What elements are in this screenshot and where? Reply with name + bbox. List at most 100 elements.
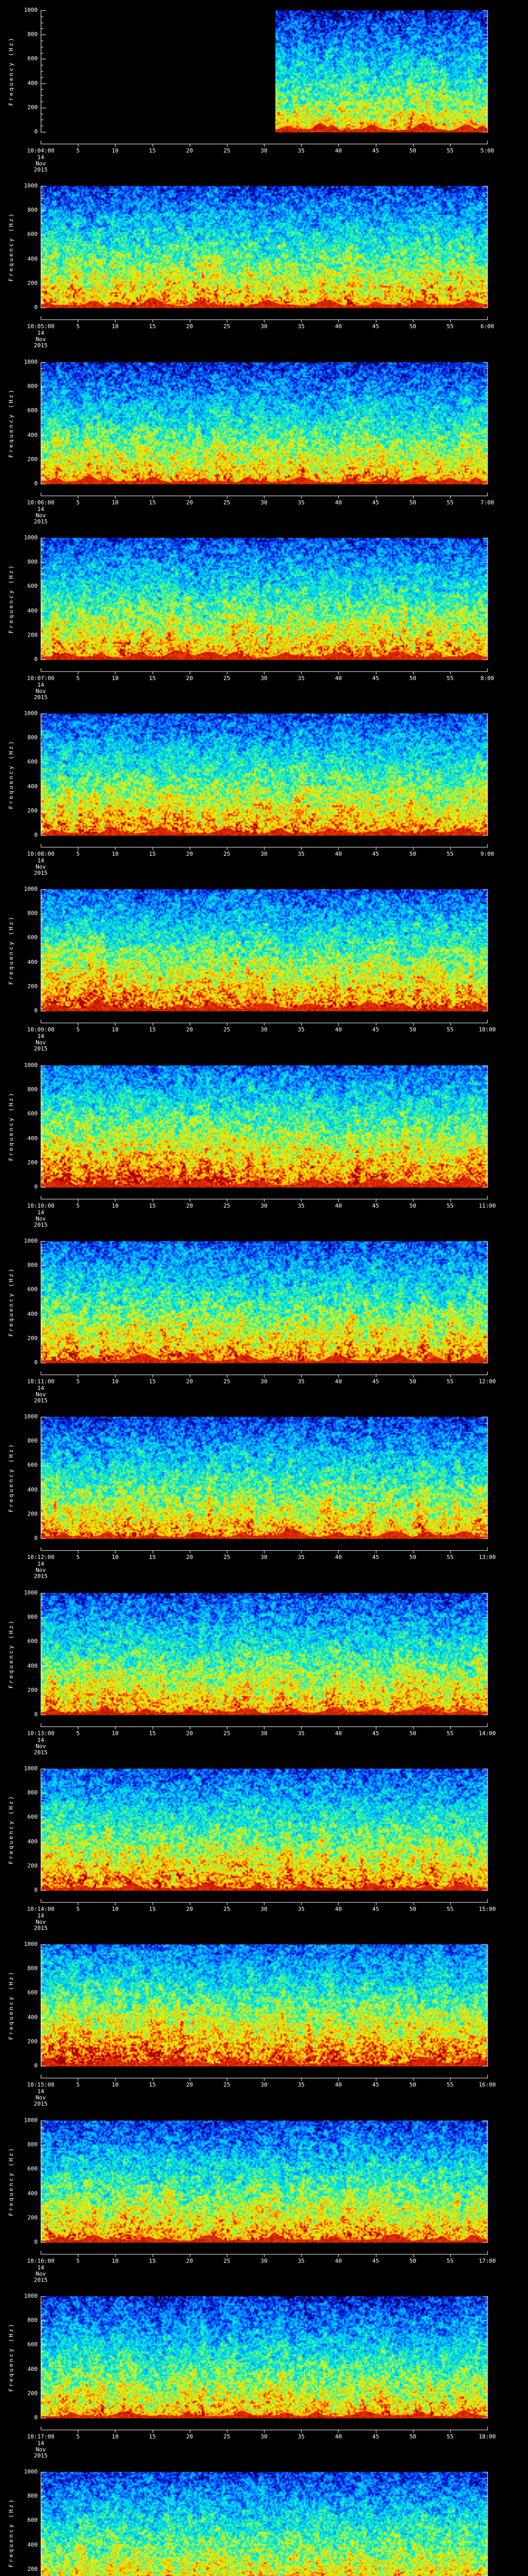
y-tick-label: 0 <box>34 1887 38 1893</box>
x-start-label: 10:06:00 <box>27 499 55 506</box>
x-tick-label: 5 <box>76 1378 80 1385</box>
x-end-label: 15:00 <box>478 1906 496 1912</box>
x-tick-label: 35 <box>298 1730 305 1737</box>
x-tick-label: 35 <box>298 147 305 154</box>
x-tick-label: 5 <box>76 499 80 506</box>
x-tick-label: 10 <box>111 2433 119 2440</box>
x-tick-label: 35 <box>298 1378 305 1385</box>
y-tick-label: 400 <box>27 607 38 614</box>
y-tick-label: 800 <box>27 558 38 566</box>
x-tick-label: 45 <box>372 1026 380 1033</box>
x-tick-label: 45 <box>372 851 380 857</box>
x-tick-label: 30 <box>260 1730 268 1737</box>
x-tick-label: 45 <box>372 1378 380 1385</box>
x-tick-label: 5 <box>76 2081 80 2088</box>
y-tick-label: 400 <box>27 79 38 87</box>
x-tick-label: 50 <box>409 323 417 330</box>
y-tick-label: 800 <box>27 1086 38 1093</box>
y-tick-label: 200 <box>27 1334 38 1342</box>
x-tick-label: 45 <box>372 1906 380 1912</box>
y-tick-label: 200 <box>27 1159 38 1166</box>
x-tick-label: 55 <box>447 1906 454 1912</box>
x-tick-label: 10 <box>111 1730 119 1737</box>
y-tick-label: 200 <box>27 1510 38 1517</box>
y-tick-label: 400 <box>27 1486 38 1493</box>
y-tick-label: 200 <box>27 1686 38 1693</box>
x-tick-label: 45 <box>372 1202 380 1209</box>
x-tick-label: 50 <box>409 1906 417 1912</box>
x-date-line: 2015 <box>34 1925 48 1931</box>
x-end-label: 12:00 <box>478 1378 496 1385</box>
y-tick-label: 400 <box>27 783 38 790</box>
x-tick-label: 30 <box>260 2081 268 2088</box>
y-axis-title: Frequency (Hz) <box>8 388 14 458</box>
y-tick-label: 0 <box>34 2414 38 2421</box>
x-tick-label: 40 <box>335 1730 342 1737</box>
y-tick-label: 200 <box>27 2214 38 2221</box>
x-tick-label: 25 <box>223 1730 230 1737</box>
x-tick-label: 40 <box>335 2433 342 2440</box>
spectrogram-panel-5: Frequency (Hz) 0 200 400 600 800 1000 10:08:00 1… <box>0 703 528 879</box>
y-tick-label: 200 <box>27 982 38 990</box>
x-tick-label: 15 <box>148 2081 156 2088</box>
x-tick-label: 20 <box>186 323 193 330</box>
x-tick-label: 45 <box>372 2433 380 2440</box>
x-tick-label: 40 <box>335 1026 342 1033</box>
x-tick-label: 40 <box>335 1906 342 1912</box>
y-tick-label: 200 <box>27 2038 38 2045</box>
x-tick-label: 50 <box>409 1202 417 1209</box>
y-tick-label: 600 <box>27 1286 38 1293</box>
y-tick-label: 0 <box>34 2239 38 2245</box>
y-tick-label: 800 <box>27 734 38 741</box>
y-tick-label: 200 <box>27 104 38 111</box>
y-tick-label: 600 <box>27 55 38 62</box>
x-tick-label: 55 <box>447 2081 454 2088</box>
x-tick-label: 15 <box>148 499 156 506</box>
x-start-label: 10:05:00 <box>27 323 55 330</box>
x-end-label: 13:00 <box>478 1554 496 1561</box>
x-tick-label: 35 <box>298 1554 305 1561</box>
x-tick-label: 10 <box>111 1378 119 1385</box>
x-date-line: 2015 <box>34 518 48 525</box>
x-tick-label: 20 <box>186 2433 193 2440</box>
x-start-label: 10:14:00 <box>27 1906 55 1912</box>
x-tick-label: 30 <box>260 1202 268 1209</box>
y-axis-title: Frequency (Hz) <box>8 1619 14 1689</box>
x-date-line: 2015 <box>34 342 48 349</box>
x-tick-label: 50 <box>409 2258 417 2264</box>
x-tick-label: 30 <box>260 675 268 682</box>
y-tick-label: 1000 <box>24 1062 38 1069</box>
x-tick-label: 35 <box>298 2258 305 2264</box>
y-tick-label: 1000 <box>24 1765 38 1772</box>
x-tick-label: 40 <box>335 147 342 154</box>
x-end-label: 8:00 <box>480 675 494 682</box>
x-date-line: 2015 <box>34 1573 48 1580</box>
x-tick-label: 40 <box>335 1202 342 1209</box>
y-tick-label: 600 <box>27 1989 38 1996</box>
x-start-label: 10:08:00 <box>27 851 55 857</box>
x-tick-label: 15 <box>148 1026 156 1033</box>
x-tick-label: 30 <box>260 2433 268 2440</box>
y-tick-label: 400 <box>27 255 38 262</box>
x-tick-label: 55 <box>447 1378 454 1385</box>
x-tick-label: 50 <box>409 851 417 857</box>
y-tick-label: 0 <box>34 656 38 663</box>
y-tick-label: 1000 <box>24 1238 38 1244</box>
x-tick-label: 55 <box>447 323 454 330</box>
x-tick-label: 35 <box>298 323 305 330</box>
x-tick-label: 20 <box>186 1554 193 1561</box>
x-tick-label: 45 <box>372 1730 380 1737</box>
x-end-label: 10:00 <box>478 1026 496 1033</box>
x-tick-label: 20 <box>186 499 193 506</box>
spectrogram-panel-7: Frequency (Hz) 0 200 400 600 800 1000 10:10:00 1… <box>0 1055 528 1231</box>
x-tick-label: 5 <box>76 2433 80 2440</box>
y-tick-label: 1000 <box>24 1941 38 1947</box>
x-tick-label: 15 <box>148 1202 156 1209</box>
x-tick-label: 25 <box>223 323 230 330</box>
y-tick-label: 800 <box>27 910 38 917</box>
y-tick-label: 0 <box>34 304 38 311</box>
x-tick-label: 20 <box>186 675 193 682</box>
x-tick-label: 25 <box>223 1906 230 1912</box>
x-date-line: 2015 <box>34 1045 48 1052</box>
spectrogram-panel-8: Frequency (Hz) 0 200 400 600 800 1000 10:11:00 1… <box>0 1231 528 1406</box>
